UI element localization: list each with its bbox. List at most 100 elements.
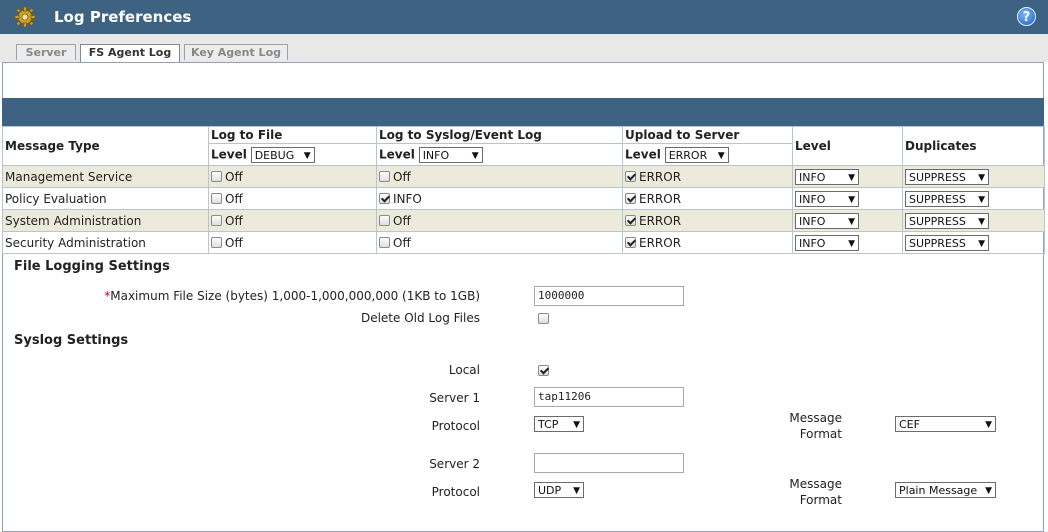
duplicates-cell: SUPPRESS ▼: [902, 187, 1045, 210]
log-to-syslog-text: Off: [393, 235, 411, 250]
syslog-level-cell: Level INFO ▼: [376, 143, 623, 166]
upload-to-server-checkbox[interactable]: [625, 236, 636, 248]
chevron-down-icon: ▼: [848, 194, 855, 205]
log-to-file-text: Off: [225, 235, 243, 250]
tab-fs-agent-log[interactable]: FS Agent Log: [80, 44, 180, 63]
chevron-down-icon: ▼: [717, 150, 725, 161]
log-to-file-checkbox[interactable]: [211, 236, 222, 248]
chevron-down-icon: ▼: [978, 216, 985, 227]
duplicates-select[interactable]: SUPPRESS ▼: [905, 190, 989, 207]
message-format1-label-message: Message: [789, 411, 842, 425]
server2-input[interactable]: [534, 453, 684, 473]
message-format1-select[interactable]: CEF ▼: [895, 416, 996, 432]
upload-to-server-checkbox[interactable]: [625, 192, 636, 204]
log-to-syslog-text: Off: [393, 169, 411, 184]
col-header-upload-to-server: Upload to Server: [622, 126, 793, 144]
syslog-level-label: Level: [379, 147, 415, 161]
title-bar: Log Preferences ?: [0, 0, 1048, 34]
log-to-syslog-checkbox[interactable]: [379, 236, 390, 248]
level-select[interactable]: INFO ▼: [795, 190, 859, 207]
file-logging-heading: File Logging Settings: [14, 259, 170, 274]
protocol1-select[interactable]: TCP ▼: [534, 416, 584, 432]
log-to-file-text: Off: [225, 213, 243, 228]
log-to-syslog-text: Off: [393, 213, 411, 228]
table-row: Policy Evaluation Off INFO ERROR INFO ▼ SUPPRE…: [2, 187, 1045, 210]
chevron-down-icon: ▼: [471, 150, 479, 161]
syslog-level-select[interactable]: INFO ▼: [418, 146, 483, 163]
upload-level-select[interactable]: ERROR ▼: [664, 146, 729, 163]
delete-old-log-files-checkbox[interactable]: [538, 313, 549, 324]
chevron-down-icon: ▼: [985, 420, 992, 430]
upload-to-server-cell: ERROR: [622, 209, 793, 232]
protocol1-label: Protocol: [431, 419, 480, 433]
log-to-syslog-text: INFO: [393, 191, 422, 206]
chevron-down-icon: ▼: [978, 194, 985, 205]
log-to-file-cell: Off: [208, 165, 377, 188]
syslog-heading: Syslog Settings: [14, 333, 129, 348]
local-checkbox[interactable]: [538, 365, 549, 376]
chevron-down-icon: ▼: [303, 150, 311, 161]
level-select[interactable]: INFO ▼: [795, 234, 859, 251]
upload-to-server-cell: ERROR: [622, 231, 793, 254]
server1-input[interactable]: tap11206: [534, 387, 684, 407]
tab-server[interactable]: Server: [16, 44, 76, 60]
delete-old-log-files-label: Delete Old Log Files: [360, 311, 480, 325]
file-level-select[interactable]: DEBUG ▼: [250, 146, 315, 163]
col-header-log-to-syslog: Log to Syslog/Event Log: [376, 126, 623, 144]
level-select[interactable]: INFO ▼: [795, 168, 859, 185]
chevron-down-icon: ▼: [978, 172, 985, 183]
log-to-syslog-cell: INFO: [376, 187, 623, 210]
upload-to-server-checkbox[interactable]: [625, 214, 636, 226]
col-header-duplicates: Duplicates: [902, 126, 1045, 166]
level-select[interactable]: INFO ▼: [795, 212, 859, 229]
duplicates-cell: SUPPRESS ▼: [902, 209, 1045, 232]
level-cell: INFO ▼: [792, 231, 903, 254]
log-to-file-cell: Off: [208, 231, 377, 254]
message-type-cell: Policy Evaluation: [2, 187, 209, 210]
upload-level-label: Level: [625, 147, 661, 161]
help-icon[interactable]: ?: [1017, 7, 1036, 26]
server2-label: Server 2: [429, 457, 480, 471]
file-level-cell: Level DEBUG ▼: [208, 143, 377, 166]
message-format1-label-format: Format: [799, 427, 842, 441]
level-cell: INFO ▼: [792, 187, 903, 210]
col-header-level: Level: [792, 126, 903, 166]
log-to-file-cell: Off: [208, 209, 377, 232]
log-to-syslog-cell: Off: [376, 209, 623, 232]
log-to-file-text: Off: [225, 169, 243, 184]
message-format2-label-format: Format: [799, 493, 842, 507]
duplicates-select[interactable]: SUPPRESS ▼: [905, 168, 989, 185]
col-header-log-to-file: Log to File: [208, 126, 377, 144]
log-to-file-checkbox[interactable]: [211, 170, 222, 182]
local-label: Local: [448, 363, 480, 377]
upload-to-server-text: ERROR: [639, 235, 682, 250]
chevron-down-icon: ▼: [848, 172, 855, 183]
log-to-file-cell: Off: [208, 187, 377, 210]
upload-to-server-cell: ERROR: [622, 187, 793, 210]
log-to-syslog-checkbox[interactable]: [379, 192, 390, 204]
upload-to-server-text: ERROR: [639, 213, 682, 228]
chevron-down-icon: ▼: [985, 486, 992, 496]
upload-to-server-cell: ERROR: [622, 165, 793, 188]
upload-to-server-text: ERROR: [639, 169, 682, 184]
section-header-bar: [2, 98, 1044, 126]
duplicates-select[interactable]: SUPPRESS ▼: [905, 234, 989, 251]
chevron-down-icon: ▼: [573, 420, 580, 430]
log-to-syslog-checkbox[interactable]: [379, 170, 390, 182]
upload-to-server-checkbox[interactable]: [625, 170, 636, 182]
max-file-size-input[interactable]: 1000000: [534, 286, 684, 306]
log-to-syslog-cell: Off: [376, 231, 623, 254]
duplicates-select[interactable]: SUPPRESS ▼: [905, 212, 989, 229]
tab-key-agent-log[interactable]: Key Agent Log: [184, 44, 288, 60]
log-to-file-checkbox[interactable]: [211, 214, 222, 226]
log-to-file-checkbox[interactable]: [211, 192, 222, 204]
server1-label: Server 1: [429, 391, 480, 405]
log-to-syslog-checkbox[interactable]: [379, 214, 390, 226]
chevron-down-icon: ▼: [848, 238, 855, 249]
table-row: System Administration Off Off ERROR INFO ▼ SUP…: [2, 209, 1045, 232]
protocol2-select[interactable]: UDP ▼: [534, 482, 584, 498]
message-format2-select[interactable]: Plain Message ▼: [895, 482, 996, 498]
upload-level-cell: Level ERROR ▼: [622, 143, 793, 166]
level-cell: INFO ▼: [792, 209, 903, 232]
log-to-file-text: Off: [225, 191, 243, 206]
